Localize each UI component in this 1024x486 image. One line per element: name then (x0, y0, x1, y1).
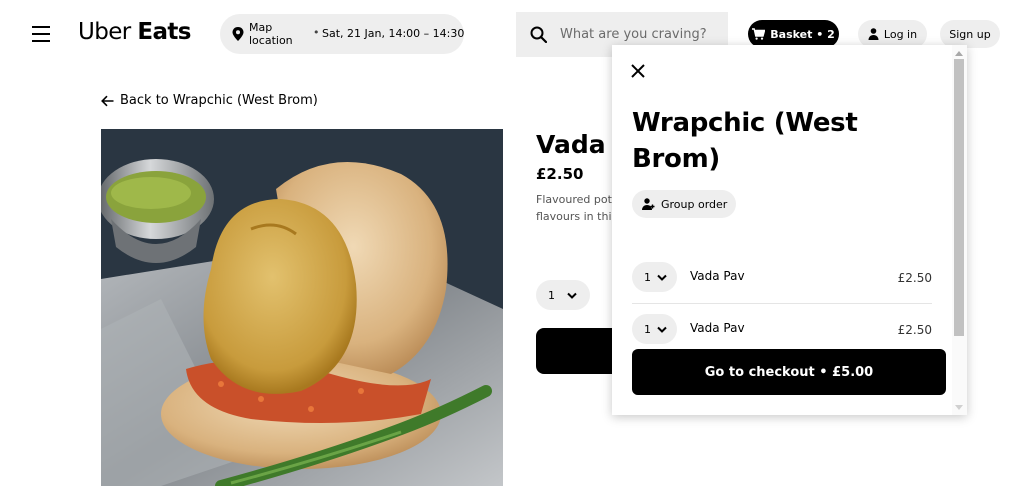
signup-label: Sign up (949, 27, 991, 41)
basket-label: Basket • 2 (770, 27, 835, 41)
group-order-label: Group order (661, 197, 728, 211)
add-person-icon (642, 198, 655, 210)
logo-eats-text: Eats (137, 19, 191, 45)
checkout-label: Go to checkout • £5.00 (704, 364, 874, 380)
search-input[interactable] (560, 24, 720, 44)
separator-dot: • (313, 26, 320, 39)
back-link-label: Back to Wrapchic (West Brom) (120, 93, 318, 108)
checkout-button[interactable]: Go to checkout • £5.00 (632, 349, 946, 395)
location-pin-icon (232, 27, 244, 41)
group-order-button[interactable]: Group order (632, 190, 736, 218)
quantity-dropdown[interactable]: 1 (536, 280, 590, 310)
cart-store-title: Wrapchic (West Brom) (632, 108, 858, 174)
delivery-location-pill[interactable]: Map location • Sat, 21 Jan, 14:00 – 14:3… (220, 14, 464, 54)
cart-item-quantity-dropdown[interactable]: 1 (632, 262, 677, 292)
scroll-up-arrow[interactable] (955, 51, 963, 56)
back-to-store-link[interactable]: Back to Wrapchic (West Brom) (101, 93, 318, 108)
scrollbar-thumb[interactable] (954, 59, 964, 336)
basket-button[interactable]: Basket • 2 (748, 20, 839, 48)
cart-drawer: Wrapchic (West Brom) Group order 1 Vada … (612, 45, 967, 415)
login-label: Log in (883, 27, 918, 41)
cart-item-price: £2.50 (897, 323, 932, 337)
basket-icon (752, 28, 766, 40)
cart-item-price: £2.50 (897, 271, 932, 285)
cart-item-name[interactable]: Vada Pav (690, 269, 745, 283)
cart-item-name[interactable]: Vada Pav (690, 321, 745, 335)
cart-item-qty: 1 (644, 322, 651, 336)
chevron-down-icon (657, 274, 667, 281)
product-price: £2.50 (536, 165, 584, 183)
location-label: Map location (249, 21, 293, 47)
search-icon (530, 26, 547, 43)
product-image (101, 129, 503, 486)
vada-pav-photo (101, 129, 503, 486)
arrow-left-icon (101, 95, 114, 106)
login-button[interactable]: Log in (858, 20, 927, 48)
cart-item-quantity-dropdown[interactable]: 1 (632, 314, 677, 344)
chevron-down-icon (657, 326, 667, 333)
scroll-down-arrow[interactable] (955, 405, 963, 410)
cart-divider (632, 303, 932, 304)
cart-item-qty: 1 (644, 270, 651, 284)
chevron-down-icon (567, 292, 577, 299)
close-icon[interactable] (631, 64, 645, 78)
cart-item: 1 Vada Pav £2.50 (632, 314, 932, 344)
menu-icon[interactable] (32, 26, 50, 42)
uber-eats-logo[interactable]: Uber Eats (78, 19, 191, 45)
signup-button[interactable]: Sign up (940, 20, 1000, 48)
logo-uber-text: Uber (78, 19, 131, 45)
cart-item: 1 Vada Pav £2.50 (632, 262, 932, 292)
delivery-time: Sat, 21 Jan, 14:00 – 14:30 (322, 27, 465, 40)
quantity-value: 1 (548, 288, 555, 302)
person-icon (868, 28, 879, 40)
